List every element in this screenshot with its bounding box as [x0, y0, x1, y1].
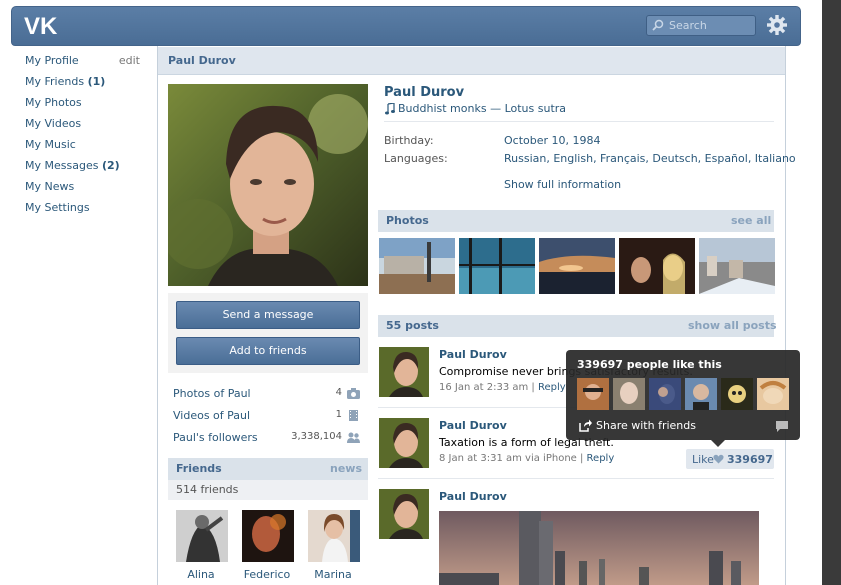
like-label[interactable]: Like — [692, 453, 714, 466]
photo-thumbnail[interactable] — [459, 238, 535, 294]
post-meta: 8 Jan at 3:31 am via iPhone | Reply — [439, 453, 615, 464]
photos-count: 4 — [335, 387, 342, 398]
reply-link[interactable]: Reply — [587, 453, 615, 464]
popup-arrow — [711, 440, 725, 447]
photo-thumbnail[interactable] — [379, 238, 455, 294]
photos-header — [378, 210, 774, 232]
like-count[interactable]: 339697 — [727, 453, 773, 466]
see-all-photos-link[interactable]: see all — [731, 214, 771, 227]
reply-link[interactable]: Reply — [538, 382, 566, 393]
friend-name[interactable]: Alina — [166, 568, 236, 581]
post-author[interactable]: Paul Durov — [439, 419, 507, 432]
liker-avatar[interactable] — [757, 378, 789, 410]
friends-news-link[interactable]: news — [330, 462, 362, 475]
friend-name[interactable]: Marina — [298, 568, 368, 581]
liker-avatar[interactable] — [577, 378, 609, 410]
post-author[interactable]: Paul Durov — [439, 490, 507, 503]
nav-my-settings[interactable]: My Settings — [25, 201, 135, 222]
videos-of-user-link[interactable]: Videos of Paul 1 — [173, 409, 360, 425]
liker-avatar[interactable] — [685, 378, 717, 410]
nav-my-music[interactable]: My Music — [25, 138, 135, 159]
svg-text:VK: VK — [24, 13, 58, 38]
friends-count[interactable]: 514 friends — [176, 483, 238, 496]
nav-edit-link[interactable]: edit — [119, 54, 140, 68]
friends-title[interactable]: Friends — [176, 462, 222, 475]
add-to-friends-button[interactable]: Add to friends — [176, 337, 360, 365]
friend-avatar[interactable] — [308, 510, 360, 562]
friend-name[interactable]: Federico — [232, 568, 302, 581]
comment-icon[interactable] — [776, 421, 788, 432]
post-image[interactable] — [439, 511, 759, 585]
page-title-bar — [158, 47, 785, 75]
search-icon — [652, 19, 664, 31]
friend-avatar[interactable] — [242, 510, 294, 562]
left-navigation: My Profile edit My Friends (1) My Photos … — [25, 54, 140, 222]
likes-popup-title[interactable]: 339697 people like this — [577, 358, 722, 371]
messages-unread-count: 2 — [106, 159, 115, 172]
nav-my-friends[interactable]: My Friends (1) — [25, 75, 135, 96]
divider — [378, 478, 774, 479]
share-icon[interactable] — [579, 419, 592, 432]
post-author-avatar[interactable] — [379, 418, 429, 468]
posts-count[interactable]: 55 posts — [386, 319, 439, 332]
divider — [384, 121, 774, 122]
window-edge — [822, 0, 841, 585]
gear-icon[interactable] — [766, 14, 788, 36]
profile-photo[interactable] — [168, 84, 368, 286]
liker-avatar[interactable] — [649, 378, 681, 410]
nav-my-videos[interactable]: My Videos — [25, 117, 135, 138]
page-title: Paul Durov — [168, 54, 236, 67]
post-author[interactable]: Paul Durov — [439, 348, 507, 361]
liker-avatar[interactable] — [721, 378, 753, 410]
followers-count: 3,338,104 — [291, 431, 342, 442]
birthday-label: Birthday: — [384, 134, 434, 147]
friend-avatar[interactable] — [176, 510, 228, 562]
photo-thumbnail[interactable] — [619, 238, 695, 294]
profile-name: Paul Durov — [384, 85, 465, 100]
post-date[interactable]: 16 Jan at 2:33 am — [439, 382, 528, 393]
camera-icon — [347, 388, 360, 399]
followers-link[interactable]: Paul's followers 3,338,104 — [173, 431, 360, 447]
film-icon — [349, 410, 358, 421]
show-full-info-link[interactable]: Show full information — [504, 178, 621, 191]
photo-thumbnail[interactable] — [699, 238, 775, 294]
nav-my-messages[interactable]: My Messages (2) — [25, 159, 135, 180]
post-meta: 16 Jan at 2:33 am | Reply — [439, 382, 566, 393]
share-with-friends-link[interactable]: Share with friends — [596, 419, 696, 432]
nav-my-news[interactable]: My News — [25, 180, 135, 201]
birthday-value[interactable]: October 10, 1984 — [504, 134, 601, 147]
languages-label: Languages: — [384, 152, 448, 165]
photos-of-user-link[interactable]: Photos of Paul 4 — [173, 387, 360, 403]
people-icon — [347, 432, 360, 443]
nav-my-photos[interactable]: My Photos — [25, 96, 135, 117]
nav-my-profile[interactable]: My Profile edit — [25, 54, 140, 75]
status-music[interactable]: Buddhist monks — Lotus sutra — [384, 102, 566, 115]
show-all-posts-link[interactable]: show all posts — [688, 319, 777, 332]
videos-count: 1 — [335, 409, 342, 420]
post-author-avatar[interactable] — [379, 489, 429, 539]
vk-logo-icon[interactable]: VK — [24, 12, 58, 38]
send-message-button[interactable]: Send a message — [176, 301, 360, 329]
post-date[interactable]: 8 Jan at 3:31 am via iPhone — [439, 453, 577, 464]
photos-title[interactable]: Photos — [386, 214, 429, 227]
photo-thumbnail[interactable] — [539, 238, 615, 294]
heart-icon[interactable] — [713, 454, 724, 464]
post-author-avatar[interactable] — [379, 347, 429, 397]
languages-value[interactable]: Russian, English, Français, Deutsch, Esp… — [504, 152, 796, 165]
liker-avatar[interactable] — [613, 378, 645, 410]
friends-request-count: 1 — [92, 75, 101, 88]
